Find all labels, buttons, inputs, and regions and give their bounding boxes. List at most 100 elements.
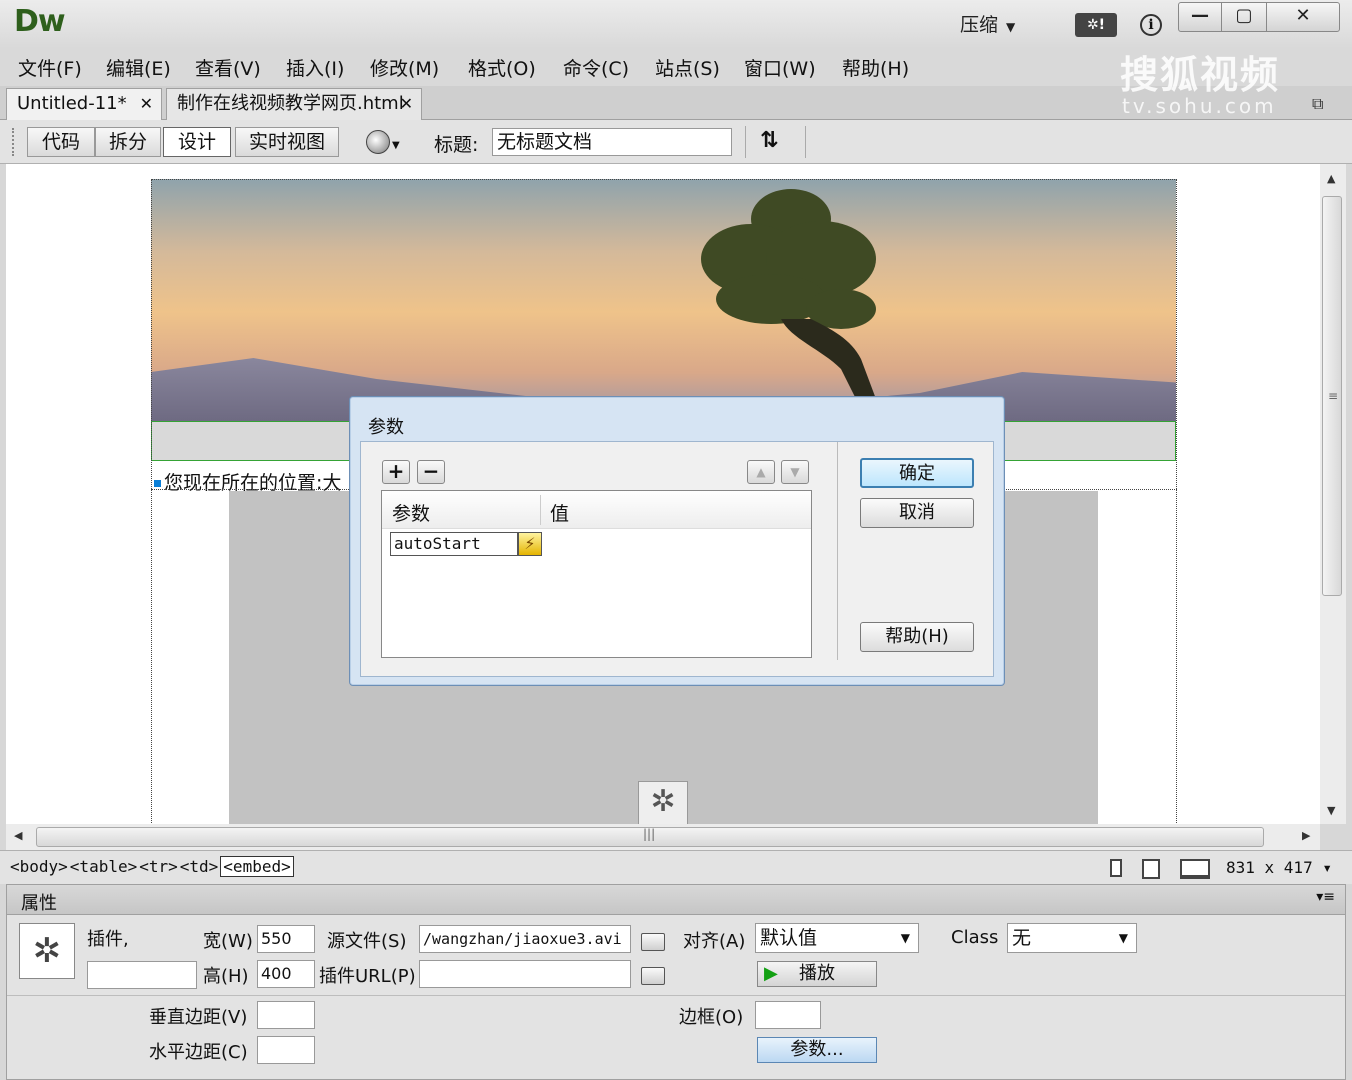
tag-embed[interactable]: <embed> xyxy=(220,856,294,877)
parameters-table: 参数 值 autoStart ⚡ xyxy=(381,490,812,658)
design-view-button[interactable]: 设计 xyxy=(163,127,231,157)
divider xyxy=(745,126,746,158)
tag-td[interactable]: <td> xyxy=(180,857,219,876)
table-header: 参数 值 xyxy=(382,491,811,529)
vertical-scrollbar[interactable]: ▲ ≡ ▼ xyxy=(1320,164,1346,824)
remove-parameter-button[interactable]: − xyxy=(417,460,445,484)
extensions-button[interactable]: ✲! xyxy=(1075,13,1117,37)
dialog-title: 参数 xyxy=(368,417,404,438)
align-select[interactable]: 默认值 ▼ xyxy=(755,923,919,953)
menu-view[interactable]: 查看(V) xyxy=(195,54,261,81)
vspace-input[interactable] xyxy=(257,1001,315,1029)
hspace-label: 水平边距(C) xyxy=(149,1042,248,1063)
split-view-button[interactable]: 拆分 xyxy=(95,127,161,157)
scroll-down-icon[interactable]: ▼ xyxy=(1327,804,1335,817)
divider xyxy=(7,995,1345,996)
app-logo: Dw xyxy=(14,4,66,39)
divider xyxy=(837,442,838,660)
close-icon[interactable]: ✕ xyxy=(400,89,413,119)
file-sync-icon[interactable]: ⇅ xyxy=(760,128,778,153)
code-view-button[interactable]: 代码 xyxy=(27,127,95,157)
close-icon[interactable]: ✕ xyxy=(140,89,153,119)
ok-button[interactable]: 确定 xyxy=(860,458,974,488)
menu-site[interactable]: 站点(S) xyxy=(655,54,720,81)
play-button[interactable]: ▶ 播放 xyxy=(757,961,877,987)
watermark-url: tv.sohu.com xyxy=(1122,94,1277,118)
parameters-button[interactable]: 参数... xyxy=(757,1037,877,1063)
dialog-body: + − ▲ ▼ 参数 值 autoStart ⚡ 确定 取消 帮助(H) xyxy=(360,441,994,677)
tag-tr[interactable]: <tr> xyxy=(139,857,178,876)
chevron-down-icon[interactable]: ▼ xyxy=(392,140,400,151)
plugin-icon: ✲ xyxy=(19,923,75,979)
plugin-name-input[interactable] xyxy=(87,961,197,989)
tag-body[interactable]: <body> xyxy=(10,857,68,876)
move-up-button[interactable]: ▲ xyxy=(747,460,775,484)
hspace-input[interactable] xyxy=(257,1036,315,1064)
scroll-right-icon[interactable]: ▶ xyxy=(1302,829,1310,842)
menu-insert[interactable]: 插入(I) xyxy=(286,54,344,81)
chevron-down-icon: ▼ xyxy=(1118,931,1128,945)
height-input[interactable]: 400 xyxy=(257,960,315,988)
scroll-left-icon[interactable]: ◀ xyxy=(14,829,22,842)
menu-commands[interactable]: 命令(C) xyxy=(563,54,629,81)
help-button[interactable]: 帮助(H) xyxy=(860,622,974,652)
cancel-button[interactable]: 取消 xyxy=(860,498,974,528)
plugin-icon[interactable]: ✲ xyxy=(638,781,688,824)
anchor-marker-icon xyxy=(154,480,161,487)
live-view-button[interactable]: 实时视图 xyxy=(235,127,339,157)
document-title-input[interactable]: 无标题文档 xyxy=(492,128,732,156)
move-down-button[interactable]: ▼ xyxy=(781,460,809,484)
column-header-value[interactable]: 值 xyxy=(550,499,569,526)
globe-icon[interactable] xyxy=(366,130,390,154)
tab-label: Untitled-11* xyxy=(17,93,127,114)
title-bar: Dw 压缩 ▼ ✲! i — ▢ ✕ xyxy=(0,0,1352,48)
desktop-size-icon[interactable] xyxy=(1180,859,1210,879)
toolbar-grip[interactable] xyxy=(12,128,18,156)
class-select[interactable]: 无 ▼ xyxy=(1007,923,1137,953)
tab-untitled-11[interactable]: Untitled-11* ✕ xyxy=(6,88,162,120)
class-label: Class xyxy=(951,927,999,948)
mobile-size-icon[interactable] xyxy=(1110,859,1122,877)
folder-icon[interactable] xyxy=(641,933,665,951)
menu-format[interactable]: 格式(O) xyxy=(468,54,536,81)
maximize-button[interactable]: ▢ xyxy=(1221,2,1267,32)
watermark-logo: 搜狐视频 xyxy=(1120,53,1281,97)
info-icon[interactable]: i xyxy=(1140,14,1162,36)
tag-selector: <body> <table> <tr> <td> <embed> xyxy=(10,856,296,877)
status-bar: <body> <table> <tr> <td> <embed> 831 x 417 ▾ xyxy=(0,850,1352,884)
menu-edit[interactable]: 编辑(E) xyxy=(106,54,171,81)
parameter-name-input[interactable]: autoStart xyxy=(390,532,518,556)
border-input[interactable] xyxy=(755,1001,821,1029)
panel-menu-icon[interactable]: ▾≡ xyxy=(1316,889,1335,905)
plugin-url-input[interactable] xyxy=(419,960,631,988)
menu-modify[interactable]: 修改(M) xyxy=(370,54,439,81)
scroll-up-icon[interactable]: ▲ xyxy=(1327,172,1335,185)
tag-table[interactable]: <table> xyxy=(70,857,137,876)
column-header-param[interactable]: 参数 xyxy=(392,499,430,526)
horizontal-scrollbar[interactable]: ◀ ||| ▶ xyxy=(6,824,1320,850)
width-label: 宽(W) xyxy=(203,931,253,952)
window-size-dropdown[interactable]: 831 x 417 ▾ xyxy=(1226,858,1332,877)
height-label: 高(H) xyxy=(203,966,249,987)
menu-window[interactable]: 窗口(W) xyxy=(744,54,816,81)
minimize-button[interactable]: — xyxy=(1178,2,1222,32)
tablet-size-icon[interactable] xyxy=(1142,859,1160,879)
menu-file[interactable]: 文件(F) xyxy=(18,54,82,81)
divider xyxy=(805,126,806,158)
width-input[interactable]: 550 xyxy=(257,925,315,953)
parameters-dialog: 参数 + − ▲ ▼ 参数 值 autoStart ⚡ 确定 取消 帮助(H) xyxy=(349,396,1005,686)
restore-icon[interactable]: ⧉ xyxy=(1312,94,1323,114)
tab-video-page[interactable]: 制作在线视频教学网页.html ✕ xyxy=(166,88,422,120)
border-label: 边框(O) xyxy=(679,1007,744,1028)
close-button[interactable]: ✕ xyxy=(1266,2,1340,32)
src-input[interactable]: /wangzhan/jiaoxue3.avi xyxy=(419,925,631,953)
tab-label: 制作在线视频教学网页.html xyxy=(177,93,404,114)
chevron-down-icon: ▼ xyxy=(900,931,910,945)
workspace-label: 压缩 xyxy=(960,14,999,36)
workspace-switcher[interactable]: 压缩 ▼ xyxy=(960,10,1015,37)
menu-help[interactable]: 帮助(H) xyxy=(842,54,909,81)
dreamweaver-window: Dw 压缩 ▼ ✲! i — ▢ ✕ 文件(F) 编辑(E) 查看(V) 插入(I… xyxy=(0,0,1352,1080)
add-parameter-button[interactable]: + xyxy=(382,460,410,484)
folder-icon[interactable] xyxy=(641,967,665,985)
dynamic-data-icon[interactable]: ⚡ xyxy=(518,532,542,556)
